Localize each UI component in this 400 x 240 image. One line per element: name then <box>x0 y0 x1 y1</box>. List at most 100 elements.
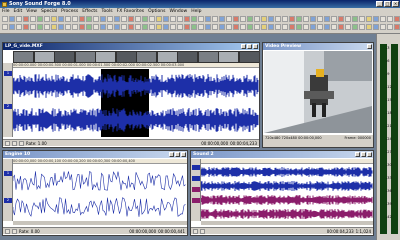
toolbar-button[interactable] <box>65 16 71 22</box>
toolbar-button[interactable] <box>303 16 309 22</box>
video-thumbnail[interactable] <box>34 52 54 62</box>
toolbar-button[interactable] <box>247 24 253 30</box>
video-thumbnail[interactable] <box>75 52 95 62</box>
horizontal-scrollbar[interactable] <box>201 221 373 225</box>
stop-icon[interactable] <box>200 228 205 234</box>
go-to-start-icon[interactable] <box>5 228 10 234</box>
track-3-label[interactable] <box>192 187 200 192</box>
toolbar-button[interactable] <box>37 16 43 22</box>
maximize-button[interactable]: □ <box>384 1 391 7</box>
play-icon[interactable] <box>12 228 17 234</box>
track-4-label[interactable] <box>192 198 200 203</box>
toolbar-button[interactable] <box>170 24 176 30</box>
toolbar-button[interactable] <box>93 24 99 30</box>
waveform-main-svg[interactable] <box>12 69 259 137</box>
toolbar-button[interactable] <box>310 16 316 22</box>
toolbar-button[interactable] <box>72 24 78 30</box>
toolbar-button[interactable] <box>233 16 239 22</box>
play-icon[interactable] <box>193 228 198 234</box>
track-2-label[interactable]: 2 <box>4 198 12 203</box>
maximize-icon[interactable] <box>247 44 252 49</box>
toolbar-button[interactable] <box>100 24 106 30</box>
menu-file[interactable]: File <box>2 9 10 14</box>
toolbar-button[interactable] <box>121 24 127 30</box>
toolbar-button[interactable] <box>93 16 99 22</box>
menu-special[interactable]: Special <box>41 9 57 14</box>
toolbar-button[interactable] <box>198 16 204 22</box>
data-window-main-titlebar[interactable]: LP_G_vide.MXF <box>3 43 259 50</box>
menu-fx-favorites[interactable]: FX Favorites <box>117 9 144 14</box>
toolbar-button[interactable] <box>44 16 50 22</box>
toolbar-button[interactable] <box>366 16 372 22</box>
toolbar-button[interactable] <box>135 16 141 22</box>
toolbar-button[interactable] <box>310 24 316 30</box>
toolbar-button[interactable] <box>9 16 15 22</box>
time-ruler[interactable]: 00:00:00,000 00:00:00,100 00:00:00,200 0… <box>13 159 187 164</box>
toolbar-button[interactable] <box>23 16 29 22</box>
toolbar-button[interactable] <box>373 16 379 22</box>
toolbar-button[interactable] <box>9 24 15 30</box>
toolbar-button[interactable] <box>2 24 8 30</box>
toolbar-button[interactable] <box>107 24 113 30</box>
toolbar-button[interactable] <box>128 24 134 30</box>
video-thumbnail[interactable] <box>14 52 33 62</box>
toolbar-button[interactable] <box>247 16 253 22</box>
toolbar-button[interactable] <box>338 24 344 30</box>
menu-effects[interactable]: Effects <box>82 9 97 14</box>
video-thumbnail[interactable] <box>55 52 74 62</box>
menu-options[interactable]: Options <box>148 9 165 14</box>
toolbar-button[interactable] <box>156 16 162 22</box>
maximize-icon[interactable] <box>175 152 180 157</box>
toolbar-button[interactable] <box>205 24 211 30</box>
close-icon[interactable] <box>367 152 372 157</box>
toolbar-button[interactable] <box>30 24 36 30</box>
go-to-start-icon[interactable] <box>5 140 10 146</box>
toolbar-button[interactable] <box>387 24 393 30</box>
toolbar-button[interactable] <box>352 16 358 22</box>
video-thumbnail[interactable] <box>137 52 156 62</box>
toolbar-button[interactable] <box>72 16 78 22</box>
toolbar-button[interactable] <box>65 24 71 30</box>
video-thumbnail[interactable] <box>178 52 197 62</box>
minimize-button[interactable]: _ <box>376 1 383 7</box>
video-preview-window[interactable]: Video Preview 720x480 720x480 00:00:00,0… <box>262 42 374 148</box>
toolbar-button[interactable] <box>149 24 155 30</box>
toolbar-button[interactable] <box>317 16 323 22</box>
toolbar-button[interactable] <box>366 24 372 30</box>
close-button[interactable]: × <box>392 1 399 7</box>
toolbar-button[interactable] <box>240 24 246 30</box>
toolbar-button[interactable] <box>142 24 148 30</box>
toolbar-button[interactable] <box>282 16 288 22</box>
toolbar-button[interactable] <box>163 16 169 22</box>
toolbar-button[interactable] <box>86 16 92 22</box>
toolbar-button[interactable] <box>121 16 127 22</box>
toolbar-button[interactable] <box>142 16 148 22</box>
video-thumbnail[interactable] <box>239 52 259 62</box>
toolbar-button[interactable] <box>317 24 323 30</box>
data-window-engine[interactable]: Engine 10 00:00:00,000 00:00:00,100 00:0… <box>2 150 188 236</box>
toolbar-button[interactable] <box>359 24 365 30</box>
toolbar-button[interactable] <box>23 24 29 30</box>
toolbar-button[interactable] <box>289 24 295 30</box>
waveform-sound[interactable] <box>200 165 373 221</box>
toolbar-button[interactable] <box>44 24 50 30</box>
track-1-label[interactable]: 1 <box>4 71 12 76</box>
data-window-main[interactable]: LP_G_vide.MXF 00:00:00.000 00:00:00.500 … <box>2 42 260 148</box>
stop-icon[interactable] <box>19 140 24 146</box>
toolbar-button[interactable] <box>219 16 225 22</box>
waveform-main[interactable] <box>12 69 259 137</box>
toolbar-button[interactable] <box>163 24 169 30</box>
toolbar-button[interactable] <box>219 24 225 30</box>
track-1-label[interactable] <box>192 165 200 170</box>
track-1-label[interactable]: 1 <box>4 171 12 176</box>
toolbar-button[interactable] <box>394 24 400 30</box>
video-thumbnail[interactable] <box>198 52 218 62</box>
toolbar-button[interactable] <box>79 24 85 30</box>
toolbar-button[interactable] <box>37 24 43 30</box>
toolbar-button[interactable] <box>254 16 260 22</box>
toolbar-button[interactable] <box>380 16 386 22</box>
close-icon[interactable] <box>367 44 372 49</box>
time-ruler[interactable] <box>201 159 373 164</box>
minimize-icon[interactable] <box>355 152 360 157</box>
toolbar-button[interactable] <box>114 24 120 30</box>
